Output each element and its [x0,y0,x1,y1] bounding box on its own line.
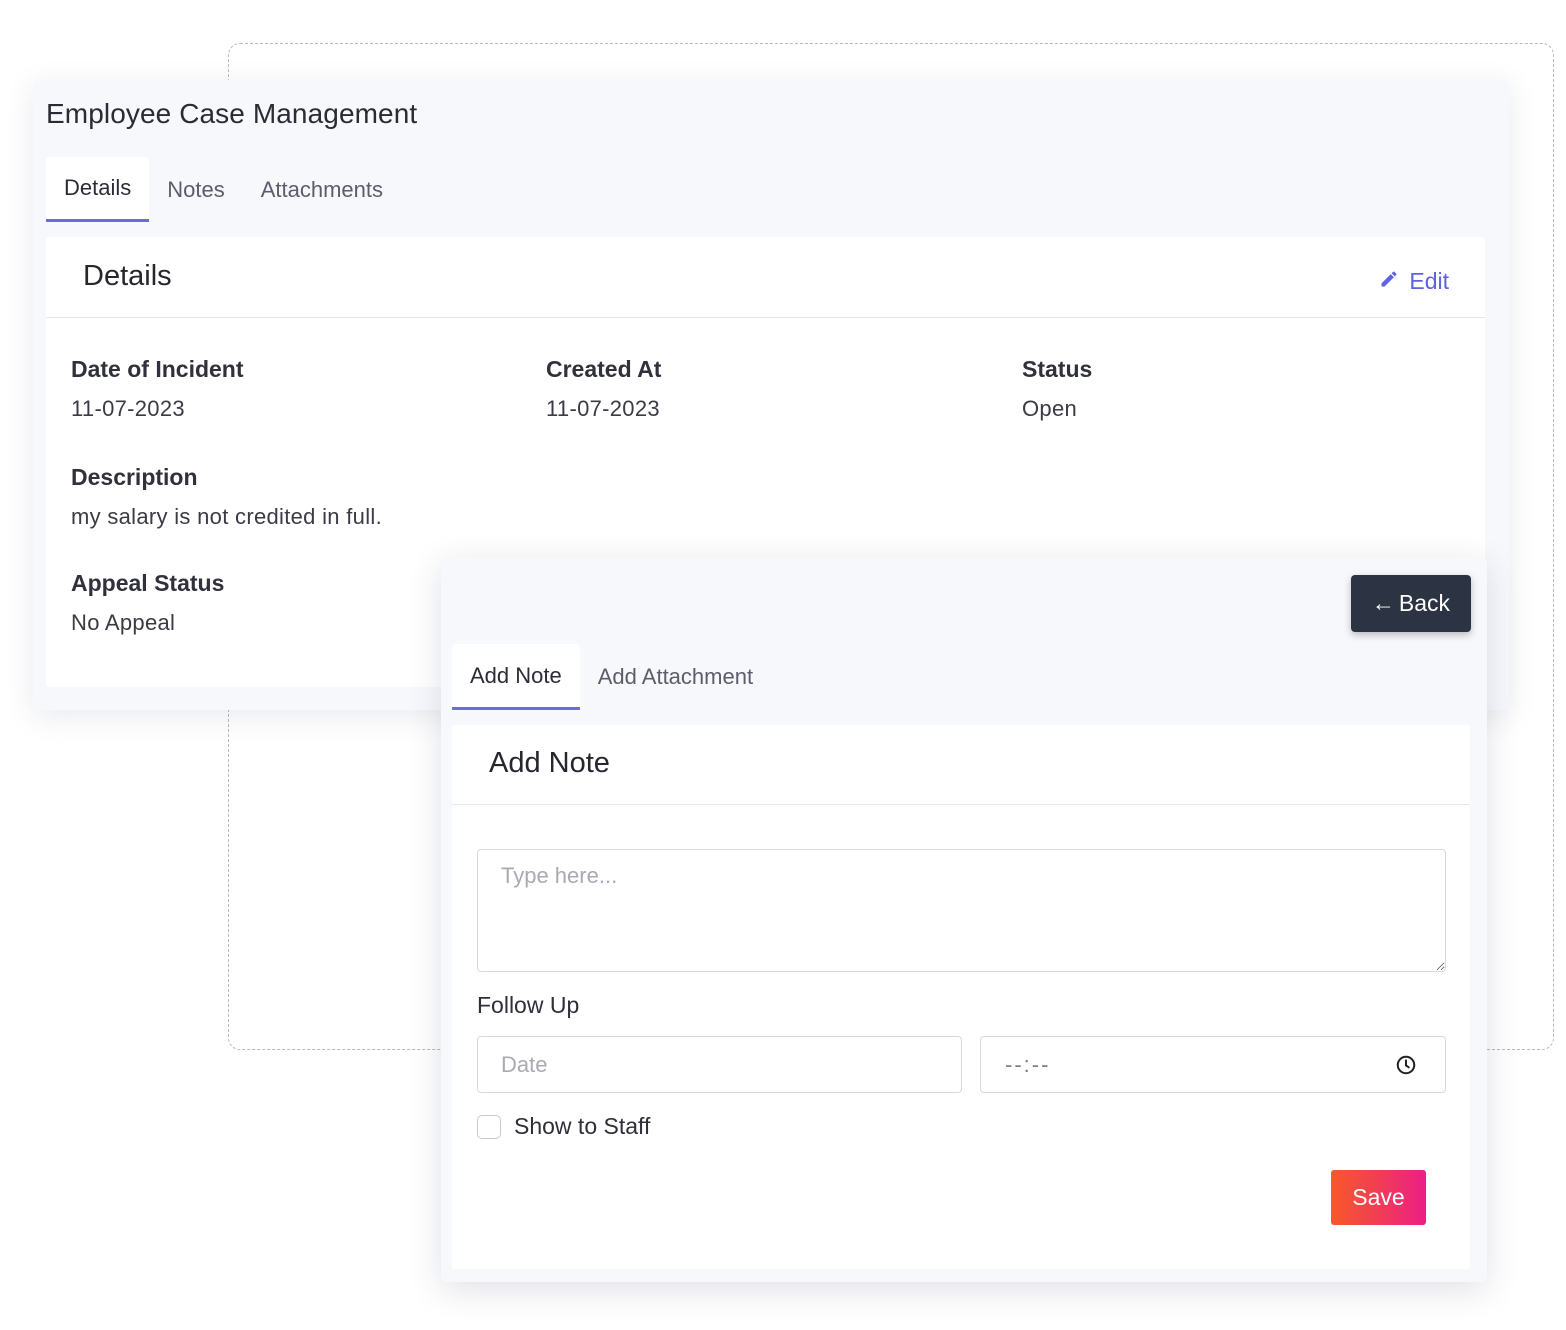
field-label: Status [1022,356,1093,382]
details-card-header: Details Edit [46,237,1485,318]
follow-up-label: Follow Up [477,992,580,1018]
follow-up-time-input[interactable]: --:-- [980,1036,1446,1093]
save-button[interactable]: Save [1331,1170,1426,1225]
field-date-of-incident: Date of Incident 11-07-2023 [71,356,244,422]
field-label: Date of Incident [71,356,244,382]
field-label: Appeal Status [71,570,225,596]
tab-add-attachment[interactable]: Add Attachment [580,644,771,710]
tab-details[interactable]: Details [46,157,150,222]
field-status: Status Open [1022,356,1092,422]
field-description: Description my salary is not credited in… [71,464,382,530]
add-note-card: Add Note Follow Up --:-- Show to Staff S… [452,725,1470,1269]
note-textarea[interactable] [477,849,1446,972]
tab-notes[interactable]: Notes [149,157,242,222]
field-label: Description [71,464,198,490]
edit-button[interactable]: Edit [1379,268,1449,295]
back-button[interactable]: ← Back [1351,575,1471,632]
field-value: 11-07-2023 [546,396,660,421]
clock-icon[interactable] [1395,1054,1417,1076]
status-value: Open [1022,396,1078,421]
details-card-title: Details [83,260,172,292]
arrow-left-icon: ← [1371,590,1395,616]
field-value: 11-07-2023 [71,396,185,421]
main-tab-bar: Details Notes Attachments [46,157,401,222]
field-created-at: Created At 11-07-2023 [546,356,661,422]
field-value: my salary is not credited in full. [71,504,382,529]
page-title: Employee Case Management [46,98,418,129]
back-label: Back [1398,590,1451,616]
field-value: No Appeal [71,610,176,635]
overlay-tab-bar: Add Note Add Attachment [452,644,771,710]
follow-up-date-input[interactable] [477,1036,962,1093]
edit-label: Edit [1409,268,1449,294]
pencil-icon [1379,268,1399,295]
show-to-staff-row: Show to Staff [477,1113,650,1140]
field-label: Created At [546,356,662,382]
time-placeholder: --:-- [1005,1051,1051,1077]
add-note-card-header: Add Note [452,725,1470,805]
tab-add-note[interactable]: Add Note [452,644,580,710]
tab-attachments[interactable]: Attachments [243,157,401,222]
show-to-staff-checkbox[interactable] [477,1114,501,1139]
field-appeal-status: Appeal Status No Appeal [71,570,224,636]
add-note-card-title: Add Note [489,747,610,779]
show-to-staff-label[interactable]: Show to Staff [514,1113,650,1140]
